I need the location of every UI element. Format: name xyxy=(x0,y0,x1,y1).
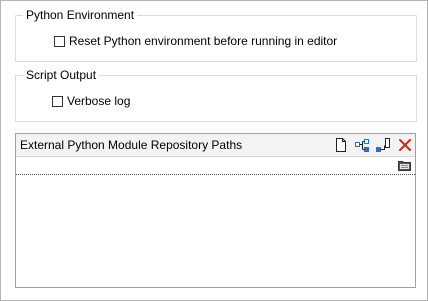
python-environment-title: Python Environment xyxy=(23,7,138,23)
delete-x-icon[interactable] xyxy=(397,137,413,153)
python-environment-group: Python Environment Reset Python environm… xyxy=(15,7,417,62)
repository-paths-header: External Python Module Repository Paths xyxy=(16,134,415,157)
folder-browse-icon[interactable] xyxy=(398,159,411,171)
reset-python-env-option[interactable]: Reset Python environment before running … xyxy=(54,34,337,48)
verbose-log-checkbox[interactable] xyxy=(52,95,63,107)
add-node-icon[interactable] xyxy=(354,137,370,153)
repository-paths-panel: External Python Module Repository Paths xyxy=(15,133,416,288)
repository-paths-title: External Python Module Repository Paths xyxy=(20,138,243,152)
reset-python-env-checkbox[interactable] xyxy=(54,35,65,47)
reset-python-env-label: Reset Python environment before running … xyxy=(69,34,338,48)
new-document-icon[interactable] xyxy=(333,137,349,153)
path-entry-row[interactable] xyxy=(16,157,415,175)
insert-node-icon[interactable] xyxy=(375,137,391,153)
settings-panel: Python Environment Reset Python environm… xyxy=(0,0,428,301)
verbose-log-option[interactable]: Verbose log xyxy=(52,94,130,108)
script-output-title: Script Output xyxy=(23,67,100,83)
script-output-group: Script Output Verbose log xyxy=(15,67,417,122)
verbose-log-label: Verbose log xyxy=(67,94,131,108)
